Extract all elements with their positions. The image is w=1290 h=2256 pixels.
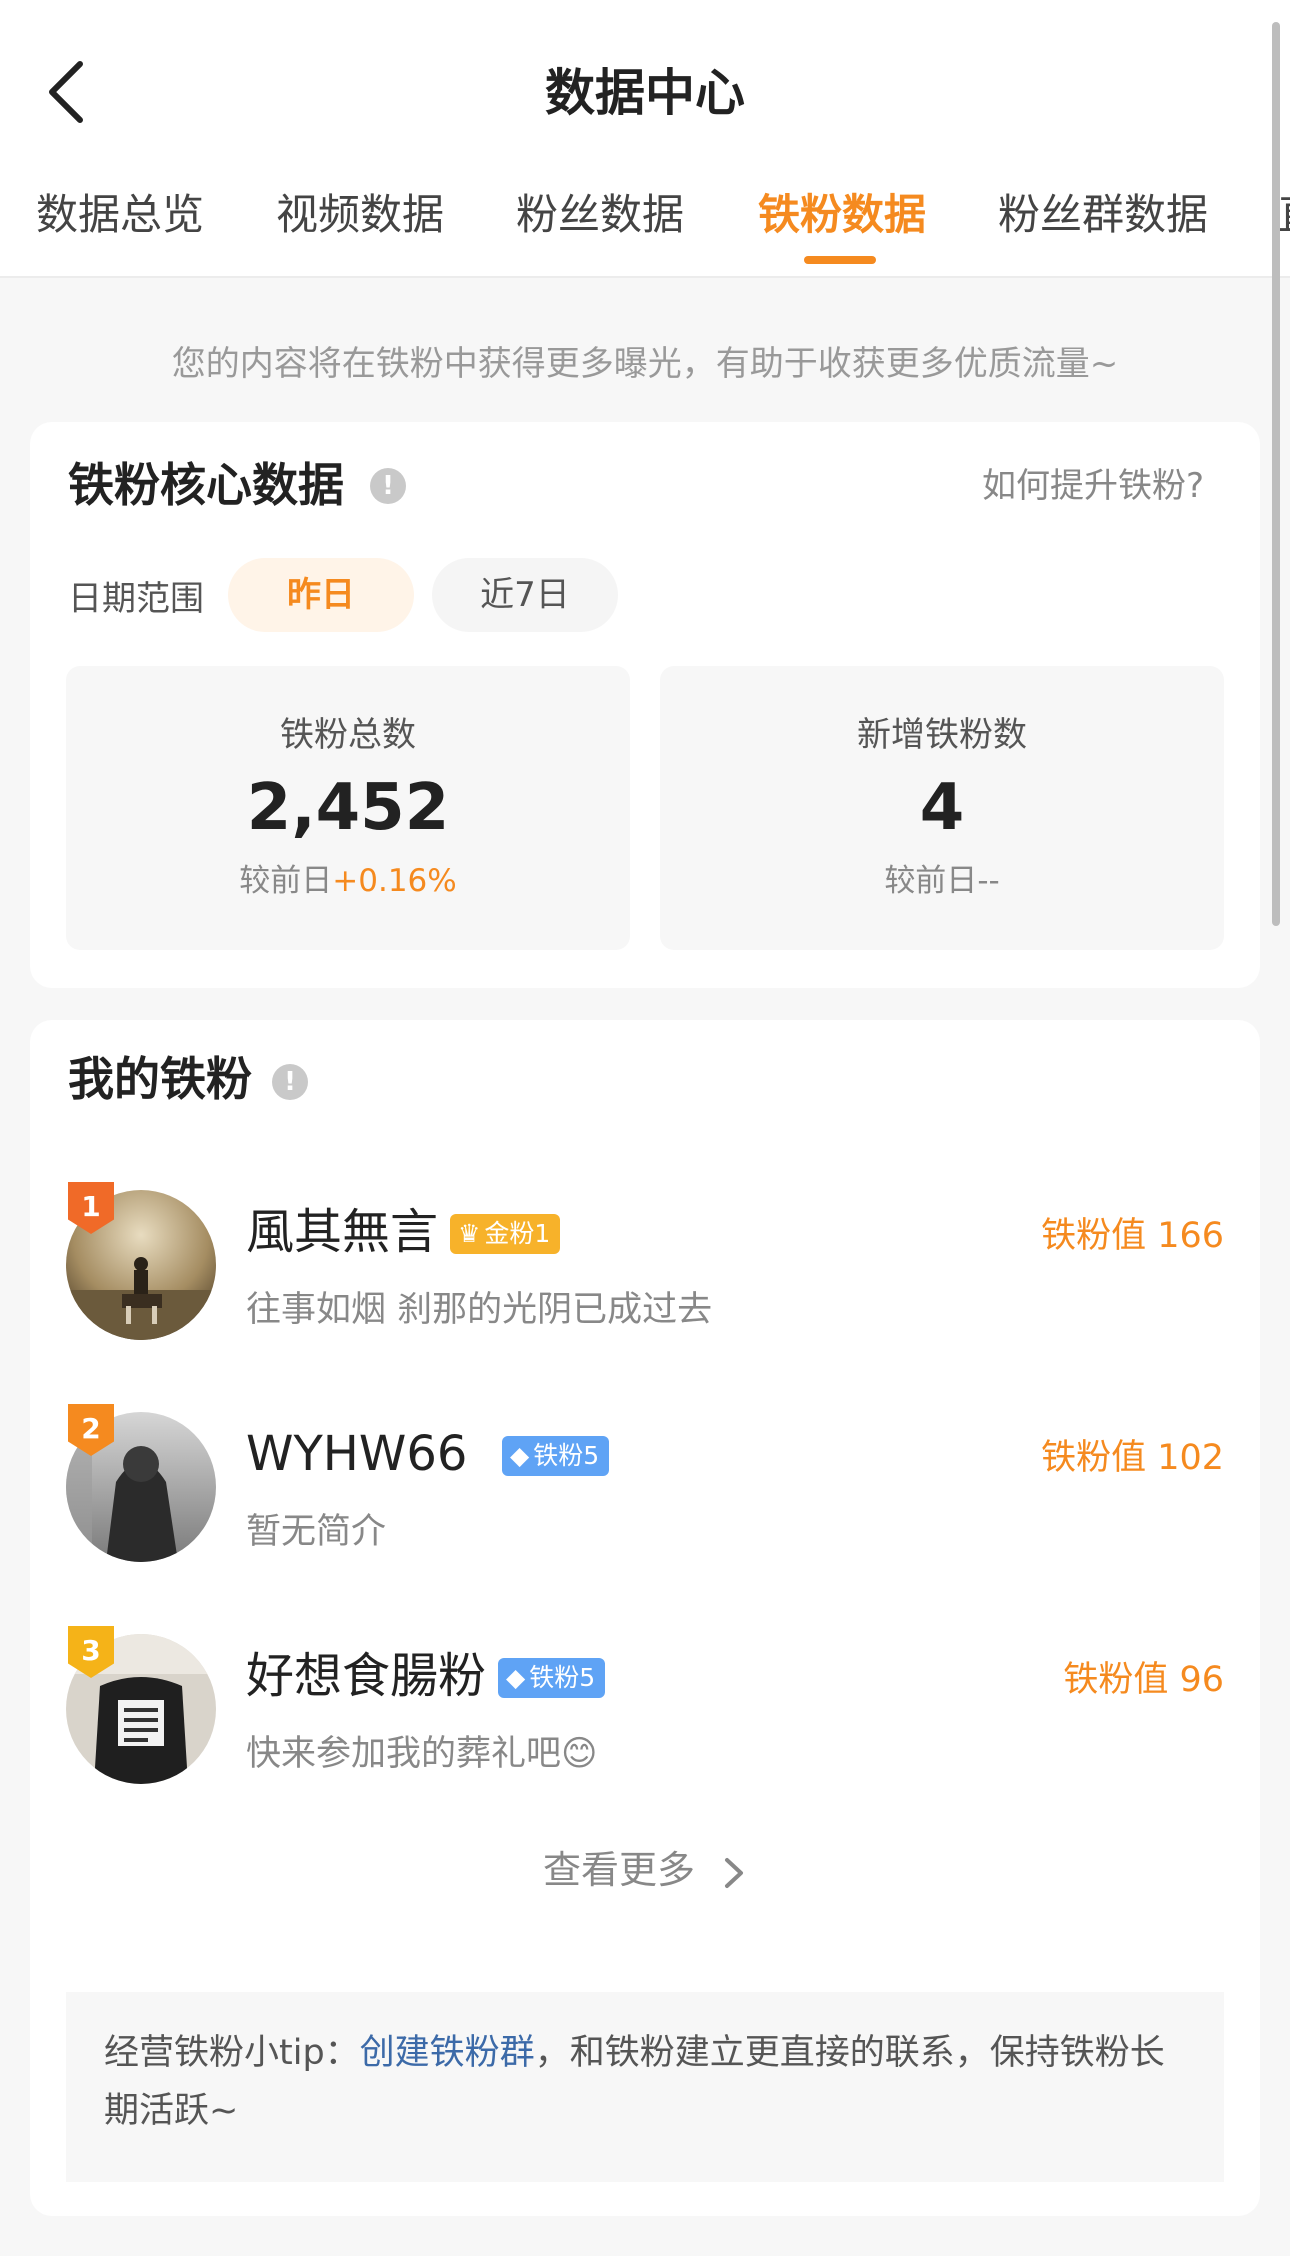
iron-fans-core-card: 铁粉核心数据 ! 如何提升铁粉? 日期范围 昨日 近7日 铁粉总数 2,452 …	[30, 422, 1260, 988]
fan-bio: 快来参加我的葬礼吧😊	[246, 1734, 598, 1774]
fan-name: WYHW66	[246, 1426, 468, 1482]
stat-compare: 较前日+0.16%	[66, 856, 630, 906]
view-more-link[interactable]: 查看更多	[30, 1840, 1260, 1900]
chip-yesterday[interactable]: 昨日	[228, 558, 414, 632]
iron-fan-value: 铁粉值 102	[1041, 1438, 1224, 1478]
my-fans-section-title: 我的铁粉	[68, 1052, 252, 1106]
iron-fan-tag: ◆ 铁粉5	[498, 1658, 606, 1698]
compare-prefix: 较前日	[884, 863, 978, 899]
view-more-label: 查看更多	[542, 1848, 695, 1892]
create-fan-group-link[interactable]: 创建铁粉群	[360, 2033, 535, 2073]
stat-value: 4	[919, 771, 965, 845]
top-navigation-bar: 数据中心 数据总览 视频数据 粉丝数据 铁粉数据 粉丝群数据 直	[0, 0, 1290, 278]
scrollbar[interactable]	[1272, 22, 1280, 926]
tag-label: 铁粉5	[529, 1663, 596, 1692]
active-tab-indicator	[804, 256, 876, 264]
fan-list-item[interactable]: 1 風其無言 ♛ 金粉1 往事如烟 刹那的光阴已成过去 铁粉值 166	[30, 1182, 1260, 1352]
stat-label: 铁粉总数	[280, 715, 416, 755]
tab-iron-fans-data[interactable]: 铁粉数据	[758, 180, 926, 250]
compare-prefix: 较前日	[239, 863, 333, 899]
tip-box: 经营铁粉小tip：创建铁粉群，和铁粉建立更直接的联系，保持铁粉长期活跃~	[66, 1992, 1224, 2182]
tag-label: 金粉1	[484, 1219, 551, 1248]
fan-name: 風其無言	[246, 1204, 439, 1260]
stat-label: 新增铁粉数	[857, 715, 1027, 755]
tab-bar: 数据总览 视频数据 粉丝数据 铁粉数据 粉丝群数据 直	[0, 180, 1290, 278]
new-iron-fans-stat: 新增铁粉数 4 较前日--	[660, 666, 1224, 950]
fan-list-item[interactable]: 2 WYHW66 ◆ 铁粉5 暂无简介 铁粉值 102	[30, 1404, 1260, 1574]
stat-compare: 较前日--	[660, 856, 1224, 906]
iron-fan-tag: ◆ 铁粉5	[502, 1436, 610, 1476]
info-icon[interactable]: !	[272, 1064, 308, 1100]
iron-fan-value: 铁粉值 166	[1041, 1216, 1224, 1256]
compare-value: --	[977, 863, 1000, 899]
exposure-notice: 您的内容将在铁粉中获得更多曝光，有助于收获更多优质流量~	[171, 344, 1119, 384]
tab-fans-data[interactable]: 粉丝数据	[516, 180, 684, 250]
my-iron-fans-card: 我的铁粉 ! 1 風其無言 ♛ 金粉1 往事如烟 刹那的光阴已成过去 铁粉值 1…	[30, 1020, 1260, 2216]
tip-prefix: 经营铁粉小tip：	[104, 2033, 360, 2073]
core-section-title: 铁粉核心数据	[68, 458, 344, 512]
tab-data-overview[interactable]: 数据总览	[36, 180, 204, 250]
date-range-label: 日期范围	[68, 579, 204, 619]
page-title: 数据中心	[545, 64, 745, 122]
tag-label: 铁粉5	[533, 1441, 600, 1470]
chip-last-7-days[interactable]: 近7日	[432, 558, 618, 632]
fan-bio: 往事如烟 刹那的光阴已成过去	[246, 1290, 713, 1330]
gold-fan-tag: ♛ 金粉1	[450, 1214, 561, 1254]
iron-fan-value: 铁粉值 96	[1063, 1660, 1224, 1700]
diamond-icon: ◆	[510, 1441, 530, 1470]
tab-fan-group-data[interactable]: 粉丝群数据	[998, 180, 1208, 250]
crown-icon: ♛	[458, 1219, 481, 1248]
how-to-increase-link[interactable]: 如何提升铁粉?	[982, 458, 1204, 514]
compare-value: +0.16%	[332, 863, 457, 899]
fan-list-item[interactable]: 3 好想食腸粉 ◆ 铁粉5 快来参加我的葬礼吧😊 铁粉值 96	[30, 1626, 1260, 1796]
tab-video-data[interactable]: 视频数据	[276, 180, 444, 250]
stat-value: 2,452	[246, 771, 450, 845]
chevron-right-icon	[725, 1857, 744, 1888]
diamond-icon: ◆	[506, 1663, 526, 1692]
fan-name: 好想食腸粉	[246, 1648, 487, 1704]
info-icon[interactable]: !	[370, 468, 406, 504]
total-iron-fans-stat: 铁粉总数 2,452 较前日+0.16%	[66, 666, 630, 950]
fan-bio: 暂无简介	[246, 1512, 387, 1552]
